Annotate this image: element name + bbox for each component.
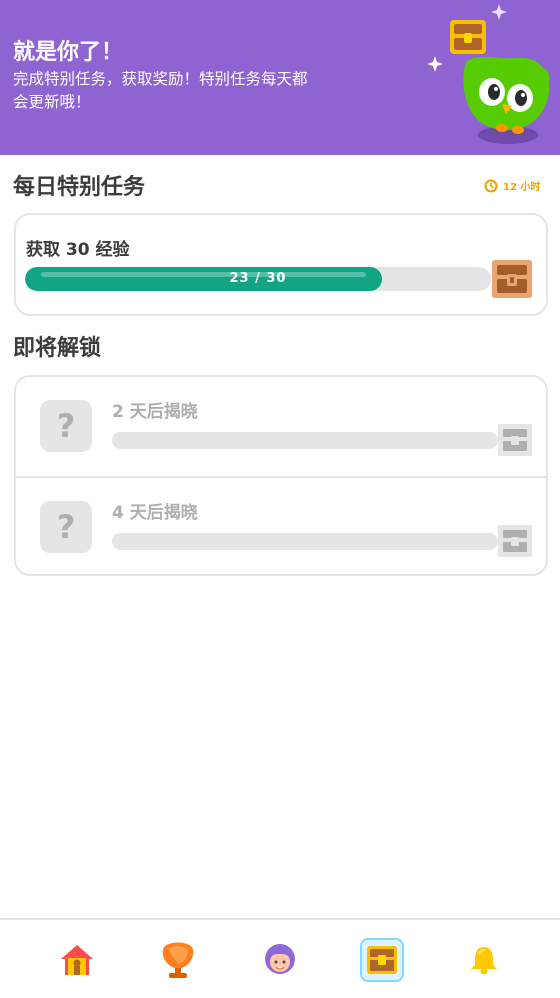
quest-timer: 12 小时 [484,178,540,193]
banner-title: 就是你了！ [13,40,124,65]
profile-avatar-icon [265,944,295,974]
owl-mascot-with-chest-icon [427,4,550,144]
timer-text: 12 小时 [503,182,541,193]
locked-quests-card: ? 2 天后揭晓 ? 4 天后揭晓 [14,375,548,576]
notification-bell-icon [471,947,497,975]
locked-quest-label: 4 天后揭晓 [112,503,198,523]
quest-progress-text: 23 / 30 [229,271,287,286]
quest-banner: 就是你了！ 完成特别任务，获取奖励！特别任务每天都会更新哦！ [0,0,560,155]
locked-quest-row: ? 2 天后揭晓 [16,377,546,477]
nav-profile-button[interactable] [258,938,302,982]
nav-home-button[interactable] [55,938,99,982]
reward-chest-icon [492,260,532,298]
quest-progress-bar: 23 / 30 [25,267,491,291]
clock-icon [484,179,498,192]
locked-chest-icon [498,525,532,557]
locked-quest-row: ? 4 天后揭晓 [16,476,546,576]
locked-progress-bar [112,432,498,449]
upcoming-quests-title: 即将解锁 [13,336,102,361]
nav-quests-button[interactable] [360,938,404,982]
nav-notifications-button[interactable] [462,938,506,982]
daily-quest-card[interactable]: 获取 30 经验 23 / 30 [14,213,548,316]
daily-quests-title: 每日特别任务 [13,175,146,200]
banner-description: 完成特别任务，获取奖励！特别任务每天都会更新哦！ [13,70,308,111]
locked-progress-bar [112,533,498,550]
locked-quest-label: 2 天后揭晓 [112,402,198,422]
home-icon [61,945,93,975]
question-mark-icon: ? [40,501,92,553]
locked-chest-icon [498,424,532,456]
nav-leaderboard-button[interactable] [156,938,200,982]
quest-chest-icon [367,946,397,974]
quest-label: 获取 30 经验 [26,240,130,260]
bottom-navigation [0,918,560,998]
question-mark-icon: ? [40,400,92,452]
leaderboard-trophy-icon [162,942,194,978]
